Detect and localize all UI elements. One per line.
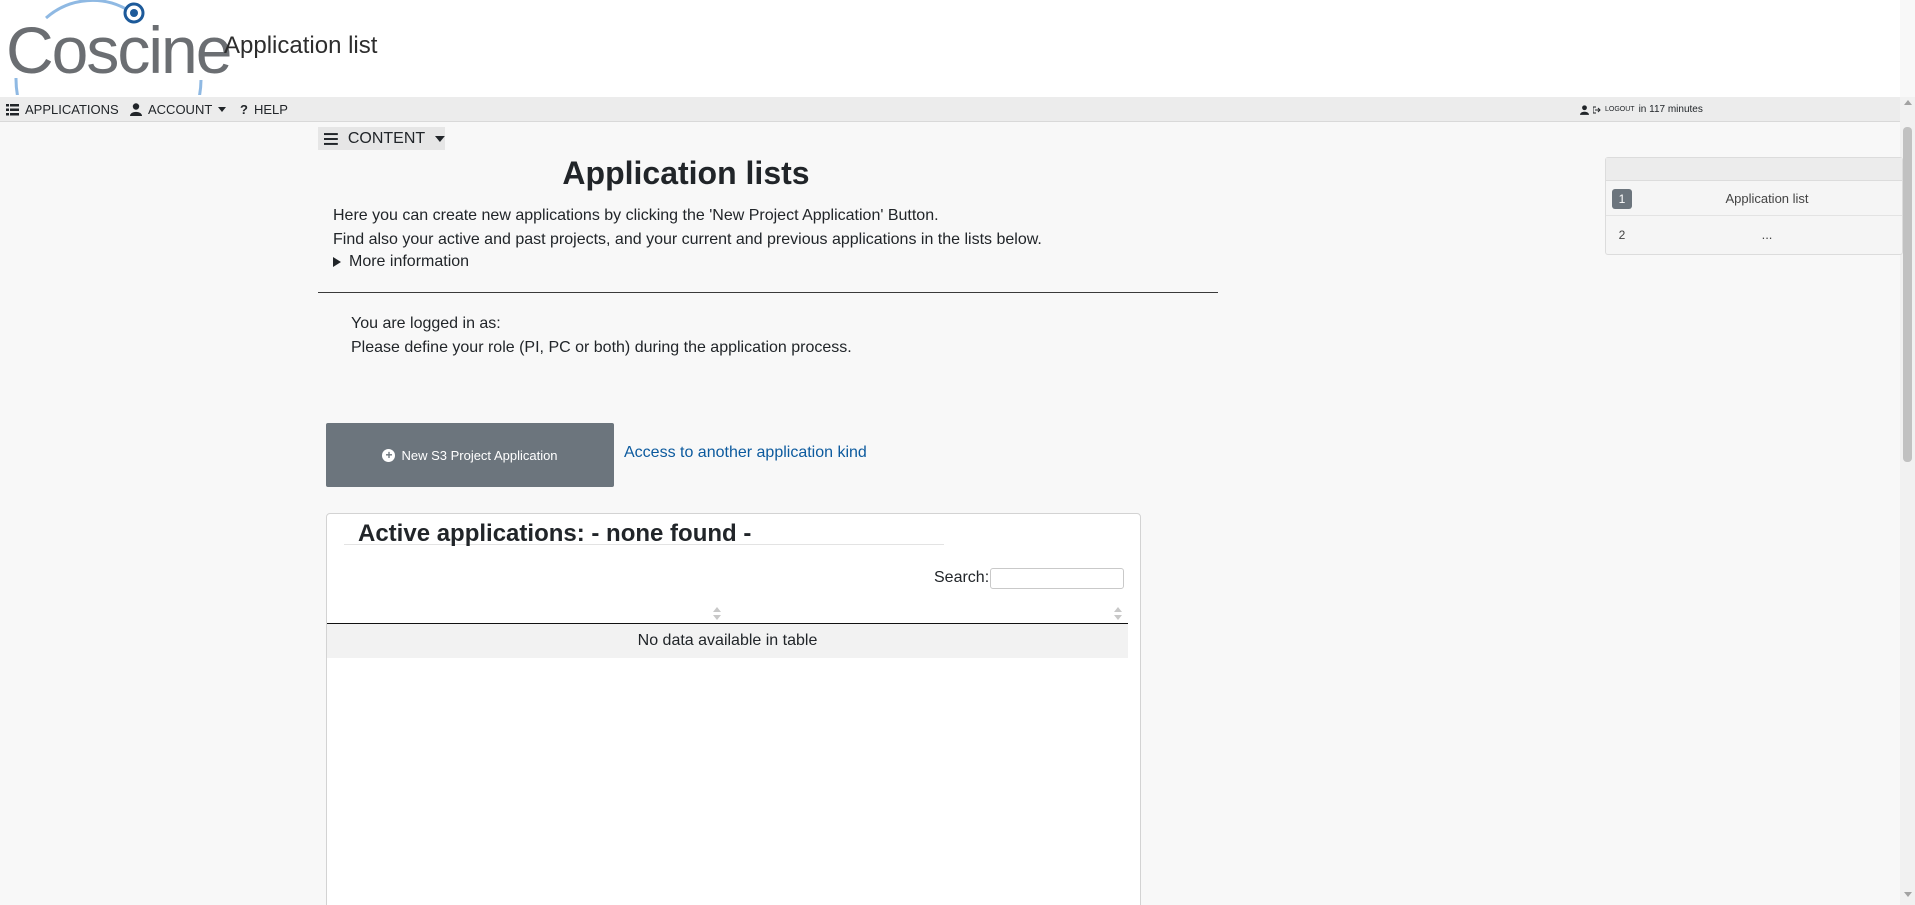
question-icon: ? <box>240 102 248 117</box>
nav-account[interactable]: ACCOUNT <box>130 97 227 122</box>
more-information-toggle[interactable]: More information <box>333 253 469 271</box>
intro-line-1: Here you can create new applications by … <box>333 207 939 224</box>
role-hint-text: Please define your role (PI, PC or both)… <box>351 339 852 356</box>
list-icon <box>6 103 19 115</box>
logout-link[interactable]: LOGOUT <box>1605 106 1635 113</box>
section-divider <box>318 292 1218 293</box>
new-project-application-button[interactable]: + New S3 Project Application <box>326 423 614 487</box>
disclosure-triangle-icon <box>333 257 341 267</box>
search-label: Search: <box>934 569 990 586</box>
session-info: LOGOUT in 117 minutes <box>1580 97 1703 122</box>
logo-text: Coscine <box>6 13 232 87</box>
active-applications-title: Active applications: - none found - <box>344 520 944 547</box>
sort-icon[interactable] <box>1114 607 1122 621</box>
login-info: You are logged in as: Please define your… <box>351 312 852 360</box>
more-information-label: More information <box>349 253 470 270</box>
new-project-application-label: New S3 Project Application <box>401 447 558 463</box>
page-title: Application list <box>224 32 378 59</box>
nav-applications-label: APPLICATIONS <box>25 102 119 117</box>
plus-circle-icon: + <box>382 448 396 462</box>
toc-item-number: 2 <box>1618 228 1626 242</box>
intro-line-2: Find also your active and past projects,… <box>333 231 1042 248</box>
user-icon <box>1580 104 1589 115</box>
content-menu-label: CONTENT <box>347 129 426 147</box>
access-other-application-link[interactable]: Access to another application kind <box>624 444 867 462</box>
toc-item-label: ... <box>1761 227 1773 242</box>
toc-item-number: 1 <box>1612 189 1632 209</box>
logged-in-as-text: You are logged in as: <box>351 315 501 332</box>
nav-account-label: ACCOUNT <box>148 102 213 117</box>
toc-item[interactable]: 1 Application list <box>1606 181 1902 216</box>
toc-item-label: Application list <box>1725 191 1809 206</box>
sort-icon[interactable] <box>713 607 721 621</box>
hamburger-icon <box>324 132 338 145</box>
active-applications-panel: Active applications: - none found - Sear… <box>326 513 1141 905</box>
table-of-contents: 1 Application list 2 ... <box>1605 157 1903 255</box>
main-heading: Application lists <box>562 155 810 191</box>
coscine-logo[interactable]: Coscine <box>6 0 232 95</box>
scroll-down-arrow-icon[interactable] <box>1904 892 1912 897</box>
toc-header <box>1606 158 1902 181</box>
header: Coscine Application list <box>0 0 1900 97</box>
user-icon <box>130 103 142 116</box>
top-navbar: APPLICATIONS ACCOUNT ? HELP LOGOUT in 11… <box>0 97 1900 122</box>
empty-table-message: No data available in table <box>327 624 1128 658</box>
toc-item[interactable]: 2 ... <box>1606 217 1902 252</box>
session-timer: in 117 minutes <box>1638 104 1703 115</box>
caret-down-icon <box>218 107 227 112</box>
nav-applications[interactable]: APPLICATIONS <box>6 97 119 122</box>
nav-help[interactable]: ? HELP <box>240 97 288 122</box>
scroll-up-arrow-icon[interactable] <box>1904 100 1912 105</box>
sign-out-icon <box>1593 106 1601 113</box>
caret-down-icon <box>435 135 445 142</box>
scroll-thumb[interactable] <box>1903 127 1912 462</box>
intro-text: Here you can create new applications by … <box>333 204 1042 252</box>
nav-help-label: HELP <box>253 102 288 117</box>
search-input[interactable] <box>990 568 1124 589</box>
content-menu-button[interactable]: CONTENT <box>318 127 445 150</box>
